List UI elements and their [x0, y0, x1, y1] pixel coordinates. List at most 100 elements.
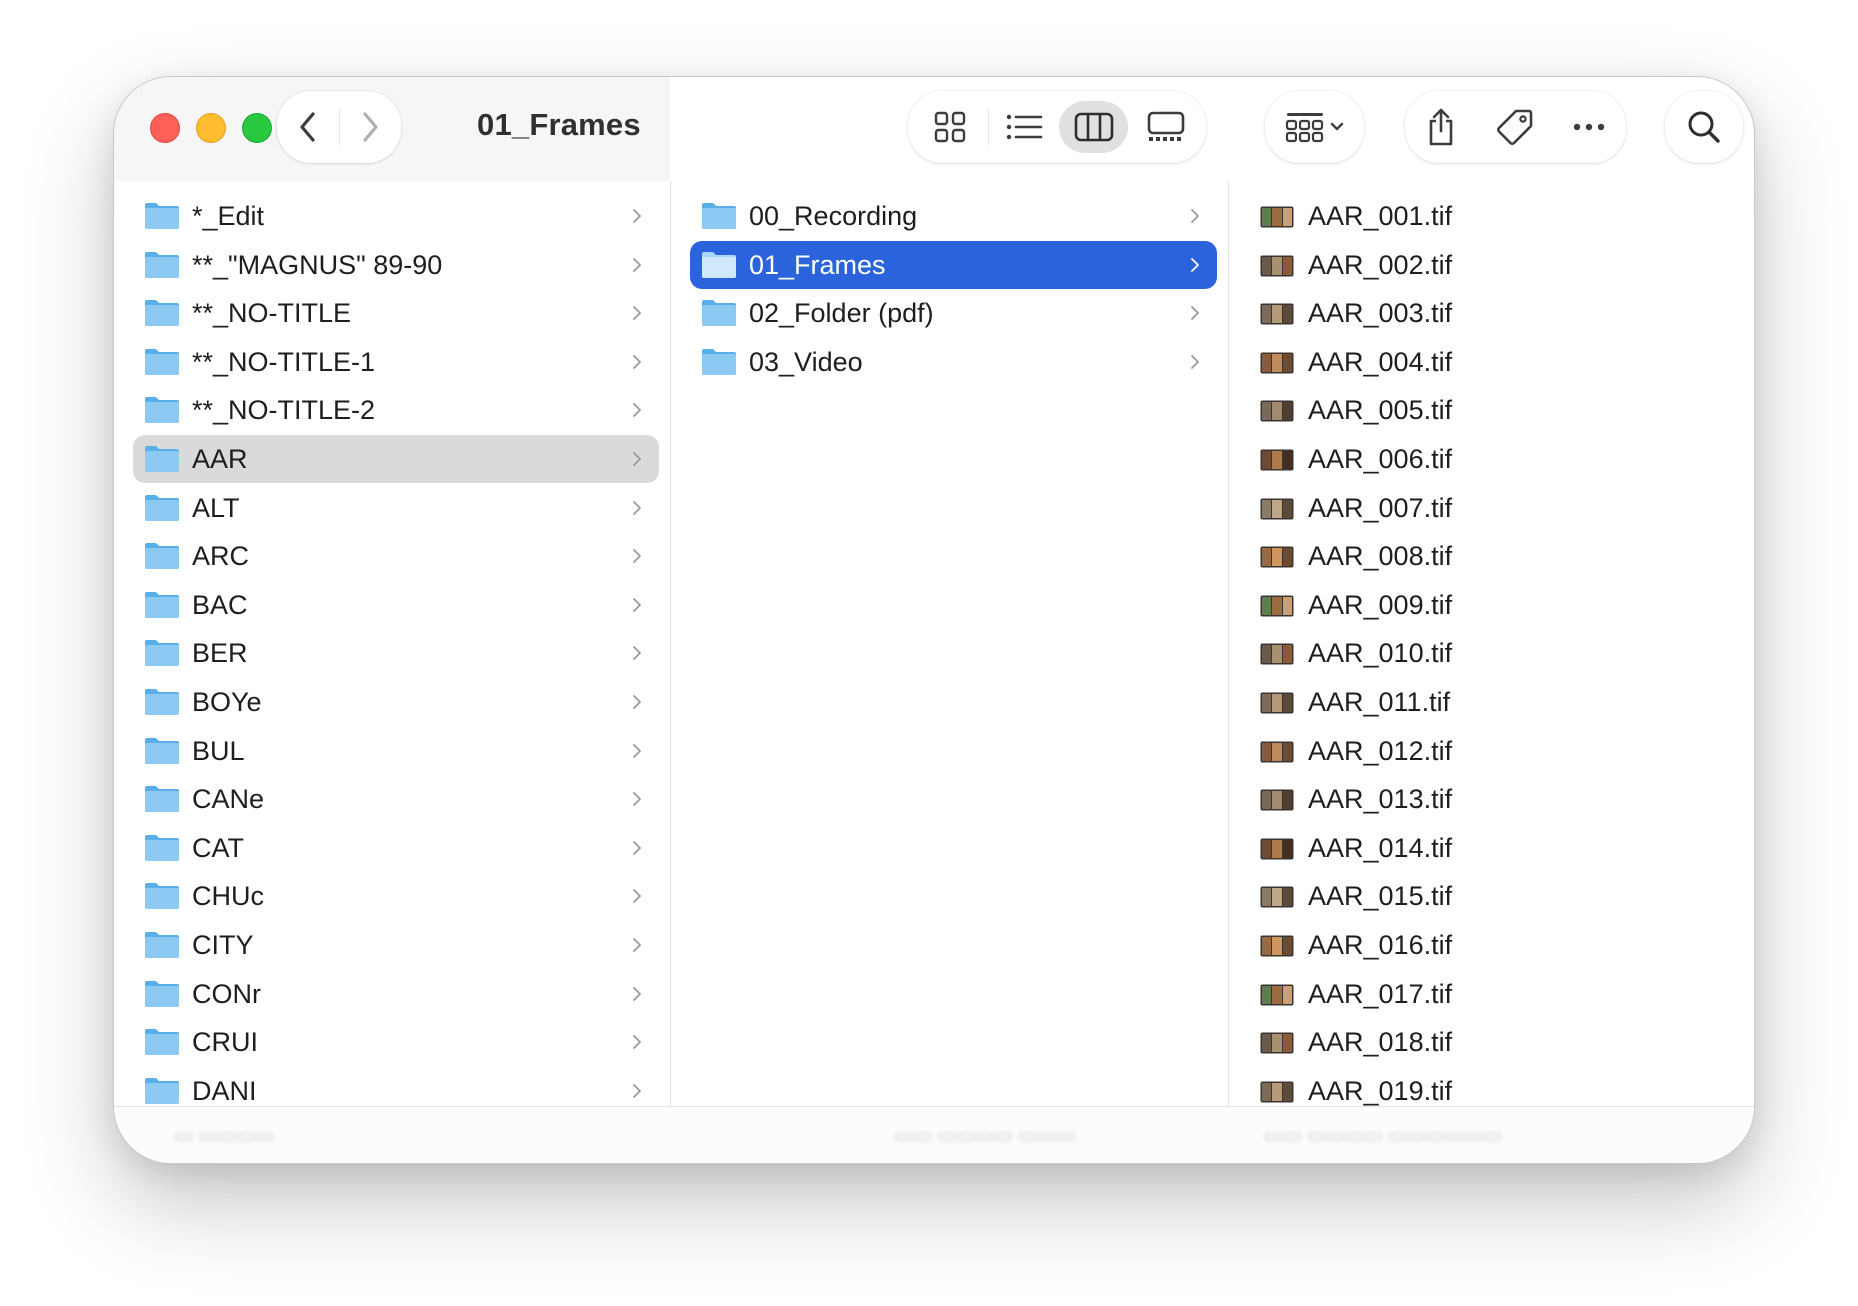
- folder-row[interactable]: 03_Video: [690, 338, 1217, 386]
- item-label: CRUI: [192, 1027, 258, 1058]
- zoom-button[interactable]: [242, 113, 272, 143]
- folder-row[interactable]: CONr: [133, 970, 659, 1018]
- file-row[interactable]: AAR_002.tif: [1259, 241, 1734, 289]
- minimize-button[interactable]: [196, 113, 226, 143]
- file-row[interactable]: AAR_006.tif: [1259, 435, 1734, 483]
- image-thumbnail-icon: [1260, 886, 1294, 908]
- tag-button[interactable]: [1477, 91, 1553, 163]
- folder-row[interactable]: BAC: [133, 581, 659, 629]
- group-menu[interactable]: [1275, 91, 1355, 163]
- file-row[interactable]: AAR_016.tif: [1259, 921, 1734, 969]
- item-label: AAR: [192, 444, 248, 474]
- status-blurred-item: ▭ ▭▭▭▭: [174, 1125, 275, 1147]
- column-root[interactable]: *_Edit **_"MAGNUS" 89-90 **_NO-TITLE **_NO-…: [114, 181, 670, 1107]
- icon-view-button[interactable]: [916, 91, 984, 163]
- folder-row[interactable]: CANe: [133, 775, 659, 823]
- image-thumbnail-icon: [1260, 498, 1294, 520]
- item-label: AAR_001.tif: [1308, 201, 1453, 231]
- image-thumbnail-icon: [1260, 303, 1294, 325]
- file-row[interactable]: AAR_018.tif: [1259, 1018, 1734, 1066]
- list-view-button[interactable]: [988, 91, 1060, 163]
- folder-icon: [145, 980, 179, 1007]
- chevron-right-icon: [633, 500, 641, 515]
- back-button[interactable]: [277, 91, 339, 163]
- group-button[interactable]: [1265, 91, 1364, 163]
- item-label: AAR_015.tif: [1308, 881, 1453, 912]
- chevron-right-icon: [633, 986, 641, 1001]
- folder-row[interactable]: **_NO-TITLE: [133, 289, 659, 337]
- tag-icon: [1497, 109, 1533, 145]
- file-row[interactable]: AAR_001.tif: [1259, 192, 1734, 240]
- folder-icon: [145, 1029, 179, 1056]
- folder-icon: [145, 300, 179, 327]
- file-row[interactable]: AAR_008.tif: [1259, 532, 1734, 580]
- column-frames[interactable]: AAR_001.tif AAR_002.tif AAR_003.tif AAR_004…: [1229, 181, 1754, 1107]
- gallery-view-button[interactable]: [1130, 91, 1202, 163]
- folder-row[interactable]: 00_Recording: [690, 192, 1217, 240]
- item-label: AAR_003.tif: [1308, 298, 1453, 329]
- item-label: **_NO-TITLE: [192, 298, 352, 329]
- close-button[interactable]: [150, 113, 180, 143]
- toolbar: 01_Frames: [114, 77, 1754, 181]
- folder-row[interactable]: **_NO-TITLE-1: [133, 338, 659, 386]
- file-row[interactable]: AAR_010.tif: [1259, 629, 1734, 677]
- folder-row[interactable]: **_NO-TITLE-2: [133, 386, 659, 434]
- folder-row[interactable]: *_Edit: [133, 192, 659, 240]
- column-view-button[interactable]: [1059, 91, 1128, 163]
- folder-row[interactable]: BOYe: [133, 678, 659, 726]
- file-row[interactable]: AAR_013.tif: [1259, 775, 1734, 823]
- file-row[interactable]: AAR_015.tif: [1259, 872, 1734, 920]
- item-label: AAR_011.tif: [1308, 687, 1451, 717]
- chevron-right-icon: [633, 597, 641, 612]
- folder-row[interactable]: CHUc: [133, 872, 659, 920]
- folder-row[interactable]: AAR: [133, 435, 659, 483]
- file-row[interactable]: AAR_017.tif: [1259, 970, 1734, 1018]
- file-row[interactable]: AAR_012.tif: [1259, 727, 1734, 775]
- file-row[interactable]: AAR_003.tif: [1259, 289, 1734, 337]
- image-thumbnail-icon: [1260, 595, 1294, 617]
- folder-row[interactable]: ALT: [133, 484, 659, 532]
- item-label: AAR_017.tif: [1308, 978, 1453, 1009]
- item-label: **_"MAGNUS" 89-90: [192, 249, 443, 280]
- file-row[interactable]: AAR_007.tif: [1259, 484, 1734, 532]
- folder-icon: [145, 786, 179, 813]
- item-label: AAR_010.tif: [1308, 638, 1453, 669]
- share-button[interactable]: [1405, 91, 1477, 163]
- file-row[interactable]: AAR_009.tif: [1259, 581, 1734, 629]
- file-row[interactable]: AAR_005.tif: [1259, 386, 1734, 434]
- chevron-right-icon: [633, 257, 641, 272]
- column-aar[interactable]: 00_Recording 01_Frames 02_Folder (pdf) 03_V…: [671, 181, 1228, 1107]
- file-row[interactable]: AAR_004.tif: [1259, 338, 1734, 386]
- file-row[interactable]: AAR_014.tif: [1259, 824, 1734, 872]
- search-toggle[interactable]: [1665, 91, 1743, 163]
- item-label: AAR_004.tif: [1308, 346, 1453, 377]
- forward-button[interactable]: [339, 91, 401, 163]
- folder-row[interactable]: 02_Folder (pdf): [690, 289, 1217, 337]
- folder-row[interactable]: BUL: [133, 727, 659, 775]
- folder-row[interactable]: BER: [133, 629, 659, 677]
- item-label: BER: [192, 638, 248, 669]
- chevron-down-icon: [1330, 122, 1344, 131]
- item-label: BUL: [192, 735, 245, 766]
- image-thumbnail-icon: [1260, 400, 1294, 422]
- file-row[interactable]: AAR_011.tif: [1259, 678, 1734, 726]
- folder-icon: [145, 834, 179, 861]
- item-label: AAR_016.tif: [1308, 930, 1453, 960]
- folder-icon: [145, 932, 179, 958]
- item-label: BOYe: [192, 687, 262, 717]
- chevron-right-icon: [633, 840, 641, 855]
- item-label: 02_Folder (pdf): [749, 298, 934, 329]
- item-label: CAT: [192, 832, 244, 863]
- search-button[interactable]: [1665, 91, 1743, 163]
- folder-row[interactable]: ARC: [133, 532, 659, 580]
- folder-row[interactable]: 01_Frames: [690, 240, 1217, 289]
- more-button[interactable]: [1553, 91, 1625, 163]
- image-thumbnail-icon: [1260, 255, 1294, 277]
- folder-row[interactable]: CITY: [133, 921, 659, 969]
- chevron-right-icon: [633, 403, 641, 418]
- chevron-right-icon: [363, 112, 378, 142]
- folder-row[interactable]: CAT: [133, 824, 659, 872]
- folder-row[interactable]: CRUI: [133, 1018, 659, 1066]
- folder-row[interactable]: **_"MAGNUS" 89-90: [133, 241, 659, 289]
- folder-icon: [145, 689, 179, 715]
